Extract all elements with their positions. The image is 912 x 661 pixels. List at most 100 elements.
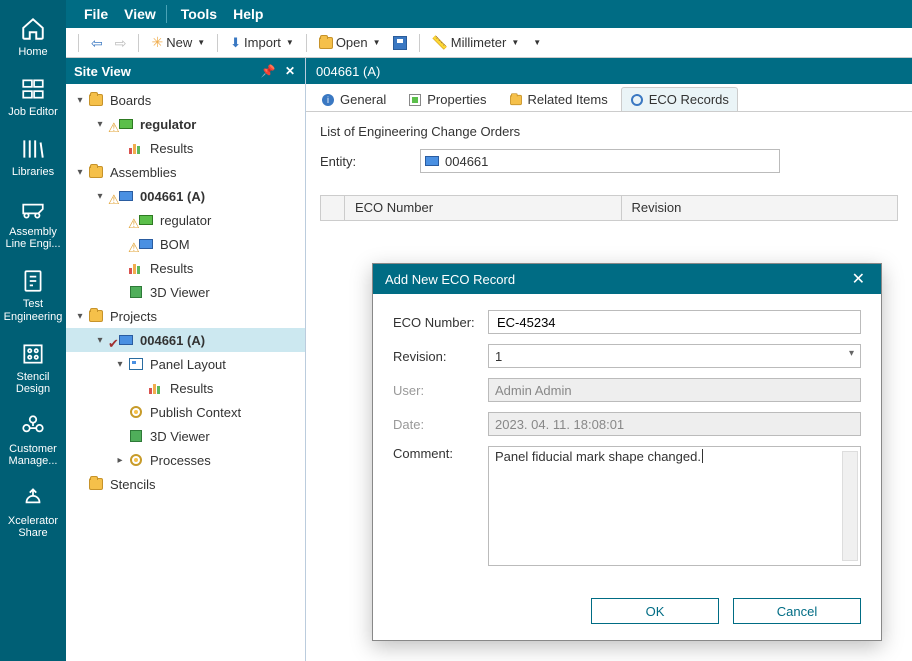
tree-node[interactable]: ▾✔004661 (A)	[66, 328, 305, 352]
cube-icon	[128, 284, 144, 300]
comment-label: Comment:	[393, 446, 488, 461]
tree-node[interactable]: ⚠regulator	[66, 208, 305, 232]
rail-stencil-design[interactable]: Stencil Design	[3, 335, 63, 403]
user-label: User:	[393, 383, 488, 398]
content-title: 004661 (A)	[316, 64, 380, 79]
tree-node[interactable]: Publish Context	[66, 400, 305, 424]
tree-label: Projects	[110, 309, 157, 324]
revision-select[interactable]: 1	[488, 344, 861, 368]
tree-node[interactable]: ▾ Panel Layout	[66, 352, 305, 376]
chip-icon	[118, 116, 134, 132]
expand-toggle[interactable]: ▾	[94, 335, 106, 346]
rail-libraries[interactable]: Libraries	[3, 130, 63, 186]
expand-toggle[interactable]: ▾	[74, 311, 86, 322]
grid-col-selector[interactable]	[321, 196, 345, 220]
tab-general[interactable]: iGeneral	[312, 87, 395, 111]
tab-label: ECO Records	[649, 92, 729, 107]
add-eco-modal: Add New ECO Record ✕ ECO Number: Revisio…	[372, 263, 882, 641]
tree-label: Panel Layout	[150, 357, 226, 372]
tree-node[interactable]: ▾⚠004661 (A)	[66, 184, 305, 208]
folder-icon	[88, 92, 104, 108]
units-extra[interactable]: ▼	[527, 36, 545, 49]
rail-label: Job Editor	[8, 106, 58, 118]
save-button[interactable]	[389, 34, 411, 52]
rail-assembly-line[interactable]: Assembly Line Engi...	[3, 190, 63, 258]
tree-label: regulator	[140, 117, 196, 132]
tree-label: BOM	[160, 237, 190, 252]
tab-eco-records[interactable]: ECO Records	[621, 87, 738, 111]
date-label: Date:	[393, 417, 488, 432]
eco-list-title: List of Engineering Change Orders	[320, 124, 898, 139]
units-selector[interactable]: 📏 Millimeter▼	[428, 33, 524, 53]
close-icon[interactable]: ✕	[283, 64, 297, 78]
tree-node[interactable]: ▾⚠ regulator	[66, 112, 305, 136]
tree-node[interactable]: ▾Boards	[66, 88, 305, 112]
tree-node[interactable]: Results	[66, 136, 305, 160]
tree-node[interactable]: Results	[66, 376, 305, 400]
grid-col-revision[interactable]: Revision	[622, 196, 898, 220]
tab-label: General	[340, 92, 386, 107]
chip-blue-icon	[138, 236, 154, 252]
tab-properties[interactable]: Properties	[399, 87, 495, 111]
tree-node[interactable]: 3D Viewer	[66, 280, 305, 304]
tab-related-items[interactable]: Related Items	[500, 87, 617, 111]
tree-node[interactable]: ⚠ BOM	[66, 232, 305, 256]
tree-node[interactable]: ▾Assemblies	[66, 160, 305, 184]
menu-tools[interactable]: Tools	[173, 6, 225, 22]
expand-toggle[interactable]: ▾	[94, 119, 106, 130]
eco-number-input[interactable]	[495, 314, 854, 331]
rail-home[interactable]: Home	[3, 10, 63, 66]
site-view-panel: Site View 📌 ✕ ▾Boards▾⚠regulatorResults▾…	[66, 58, 306, 661]
pin-icon[interactable]: 📌	[261, 64, 275, 78]
tree-node[interactable]: ▸Processes	[66, 448, 305, 472]
new-button[interactable]: ✳ New▼	[147, 32, 209, 53]
entity-label: Entity:	[320, 154, 410, 169]
rail-label: Xcelerator Share	[3, 515, 63, 539]
ok-button[interactable]: OK	[591, 598, 719, 624]
site-view-tree: ▾Boards▾⚠regulatorResults▾Assemblies▾⚠00…	[66, 84, 305, 661]
comment-field[interactable]: Panel fiducial mark shape changed.	[488, 446, 861, 566]
eco-number-field[interactable]	[488, 310, 861, 334]
expand-toggle[interactable]: ▾	[94, 191, 106, 202]
tree-label: Stencils	[110, 477, 156, 492]
tree-node[interactable]: Results	[66, 256, 305, 280]
expand-toggle[interactable]: ▸	[114, 455, 126, 466]
modal-close-icon[interactable]: ✕	[848, 269, 869, 289]
nav-forward-button[interactable]: ⇨	[111, 34, 131, 52]
folder-icon	[88, 308, 104, 324]
tree-label: regulator	[160, 213, 211, 228]
rail-customer-manage[interactable]: Customer Manage...	[3, 407, 63, 475]
warning-icon: ⚠	[128, 240, 136, 248]
expand-toggle[interactable]: ▾	[74, 167, 86, 178]
rail-label: Home	[18, 46, 47, 58]
rail-xcelerator-share[interactable]: Xcelerator Share	[3, 479, 63, 547]
menu-file[interactable]: File	[76, 6, 116, 22]
rail-test-engineering[interactable]: Test Engineering	[3, 262, 63, 330]
cancel-button[interactable]: Cancel	[733, 598, 861, 624]
tree-label: 004661 (A)	[140, 189, 205, 204]
menu-view[interactable]: View	[116, 6, 164, 22]
entity-field[interactable]: 004661	[420, 149, 780, 173]
grid-col-eco-number[interactable]: ECO Number	[345, 196, 622, 220]
tree-node[interactable]: Stencils	[66, 472, 305, 496]
user-field: Admin Admin	[488, 378, 861, 402]
expand-toggle[interactable]: ▾	[114, 359, 126, 370]
rail-label: Stencil Design	[3, 371, 63, 395]
panel-icon	[128, 356, 144, 372]
date-field: 2023. 04. 11. 18:08:01	[488, 412, 861, 436]
chip-icon	[138, 212, 154, 228]
entity-icon	[425, 156, 439, 166]
rail-label: Test Engineering	[3, 298, 63, 322]
expand-toggle[interactable]: ▾	[74, 95, 86, 106]
open-button[interactable]: Open▼	[315, 33, 385, 52]
modal-header[interactable]: Add New ECO Record ✕	[373, 264, 881, 294]
rail-job-editor[interactable]: Job Editor	[3, 70, 63, 126]
tree-node[interactable]: ▾ Projects	[66, 304, 305, 328]
import-button[interactable]: ⬇ Import▼	[226, 33, 298, 53]
tree-node[interactable]: 3D Viewer	[66, 424, 305, 448]
warning-icon: ⚠	[108, 120, 116, 128]
menu-help[interactable]: Help	[225, 6, 271, 22]
cube-icon	[128, 428, 144, 444]
nav-back-button[interactable]: ⇦	[87, 34, 107, 52]
chip-blue-icon	[118, 332, 134, 348]
